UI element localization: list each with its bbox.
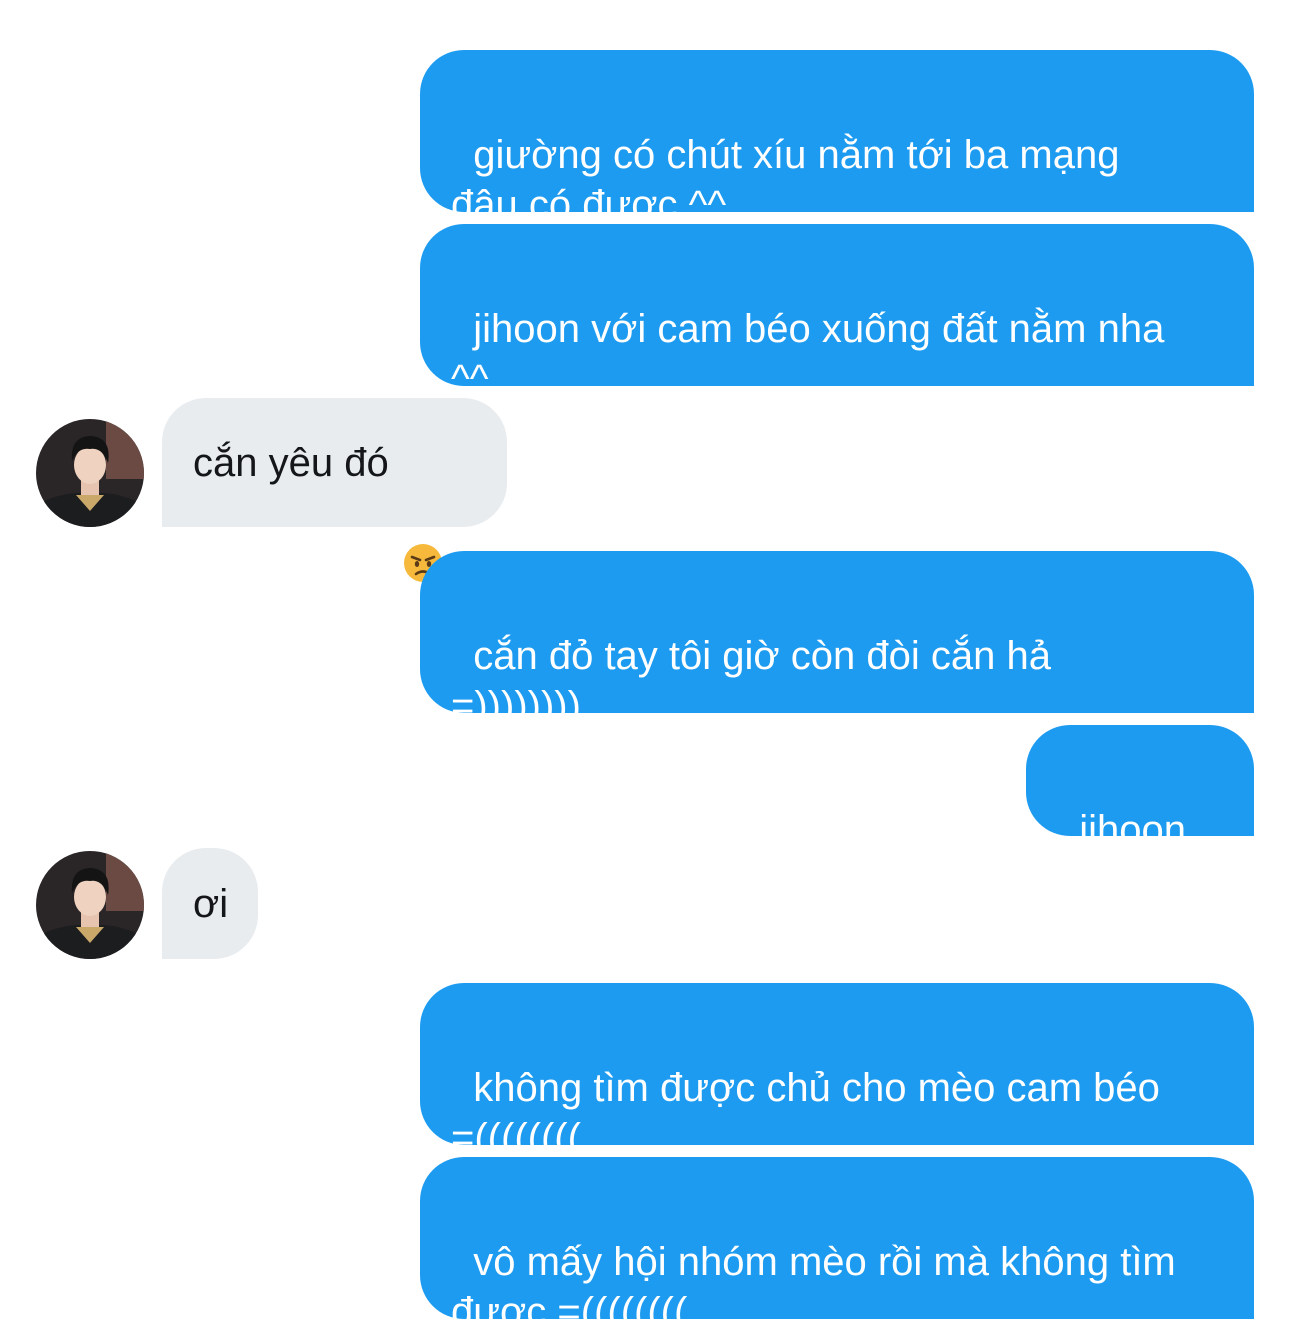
contact-avatar[interactable] <box>36 851 144 959</box>
message-text: không tìm được chủ cho mèo cam béo =((((… <box>451 1066 1160 1160</box>
message-text: ơi <box>193 881 229 926</box>
sent-message-bubble[interactable]: jihoon ơi <box>1026 725 1254 902</box>
sent-message-bubble[interactable]: cắn đỏ tay tôi giờ còn đòi cắn hả =)))))… <box>420 551 1254 728</box>
message-text: giường có chút xíu nằm tới ba mạng đâu c… <box>451 133 1120 227</box>
sent-message-bubble[interactable]: không tìm được chủ cho mèo cam béo =((((… <box>420 983 1254 1160</box>
message-text: cắn đỏ tay tôi giờ còn đòi cắn hả =)))))… <box>451 634 1051 728</box>
message-text: jihoon ơi <box>1057 808 1198 902</box>
message-text: jihoon với cam béo xuống đất nằm nha ^^ <box>451 307 1165 401</box>
angry-face-emoji <box>403 443 443 582</box>
sent-message-bubble[interactable]: jihoon với cam béo xuống đất nằm nha ^^ <box>420 224 1254 401</box>
sent-message-bubble[interactable]: giường có chút xíu nằm tới ba mạng đâu c… <box>420 50 1254 227</box>
message-text: vô mấy hội nhóm mèo rồi mà không tìm đượ… <box>451 1240 1176 1334</box>
contact-avatar[interactable] <box>36 419 144 527</box>
received-message-bubble[interactable]: cắn yêu đó <box>162 398 507 582</box>
received-message-bubble[interactable]: ơi <box>162 848 258 959</box>
sent-message-bubble[interactable]: vô mấy hội nhóm mèo rồi mà không tìm đượ… <box>420 1157 1254 1334</box>
message-text: cắn yêu đó <box>193 440 389 485</box>
